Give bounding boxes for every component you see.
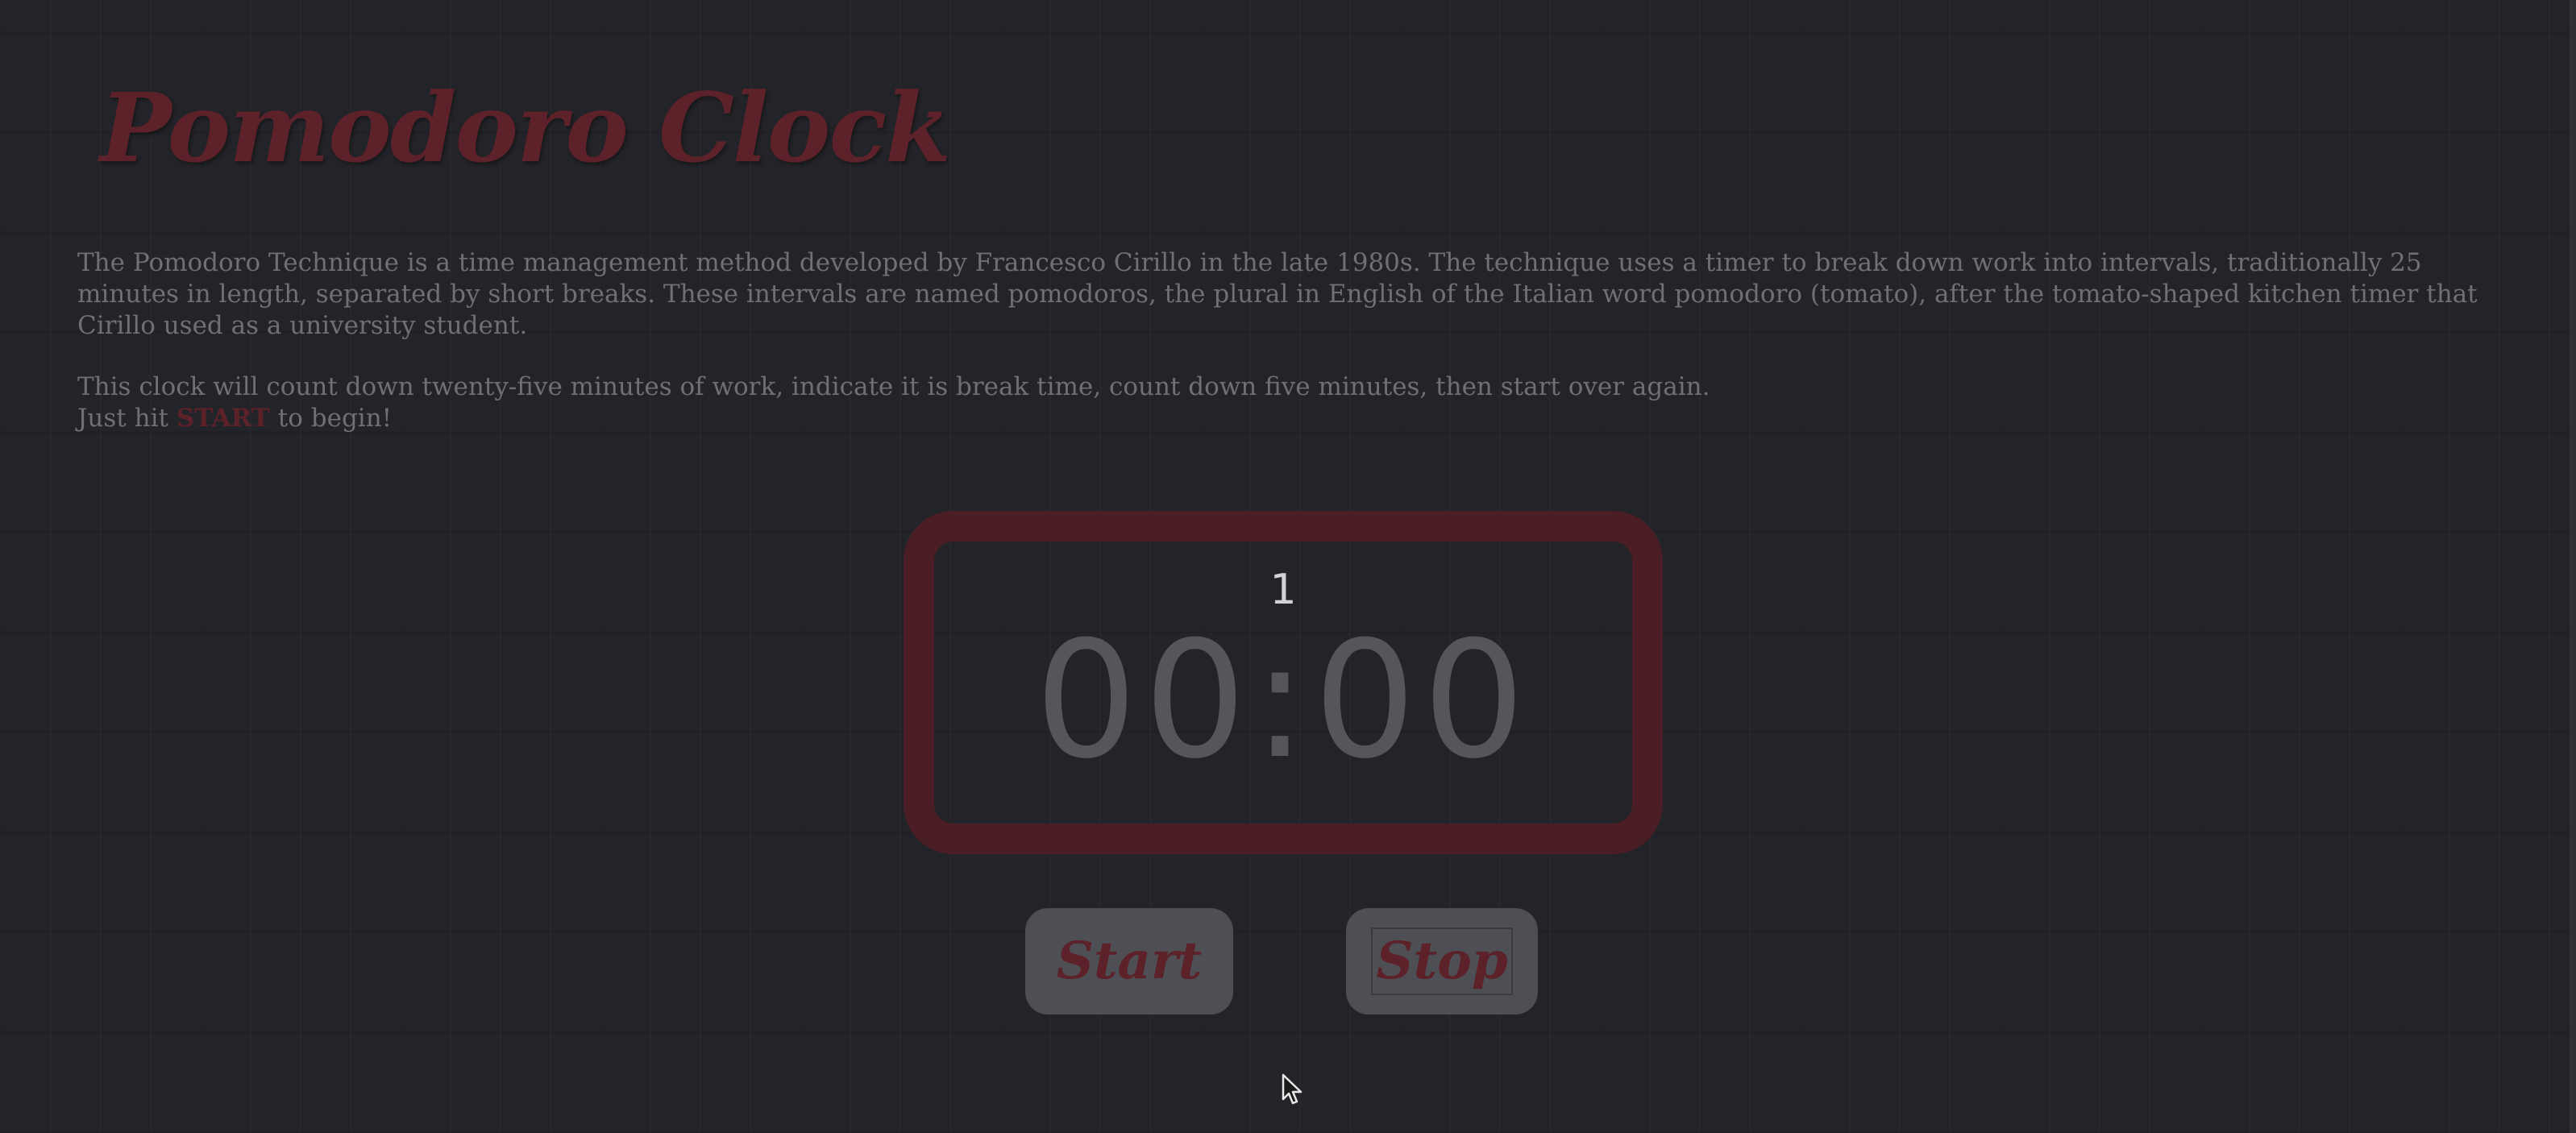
mouse-cursor-icon [1282,1073,1303,1105]
start-button[interactable]: Start [1025,908,1233,1015]
cta-prefix: Just hit [77,404,177,433]
stop-button-label: Stop [1371,928,1513,995]
intro-paragraph: The Pomodoro Technique is a time managem… [77,248,2478,340]
page-scrollbar[interactable] [2570,0,2576,1133]
page-title: Pomodoro Clock [100,72,951,184]
stop-button[interactable]: Stop [1346,908,1538,1015]
start-button-label: Start [1056,931,1203,991]
intro-text: The Pomodoro Technique is a time managem… [77,247,2495,434]
instructions-line: This clock will count down twenty-five m… [77,372,1710,401]
clock-display: 1 00:00 [904,511,1663,854]
time-display: 00:00 [1034,607,1532,795]
start-keyword: START [176,404,270,433]
cta-suffix: to begin! [269,404,393,433]
instructions-cta: Just hit START to begin! [77,403,2495,434]
